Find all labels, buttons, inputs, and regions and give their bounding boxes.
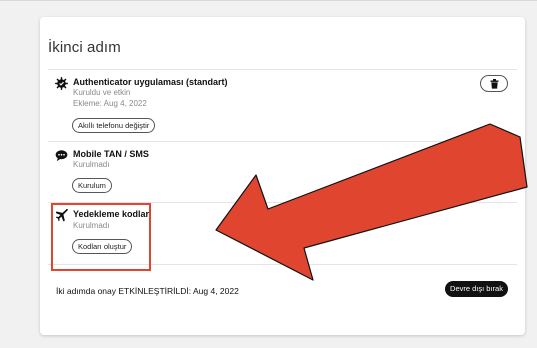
red-arrow-annotation — [215, 123, 528, 281]
